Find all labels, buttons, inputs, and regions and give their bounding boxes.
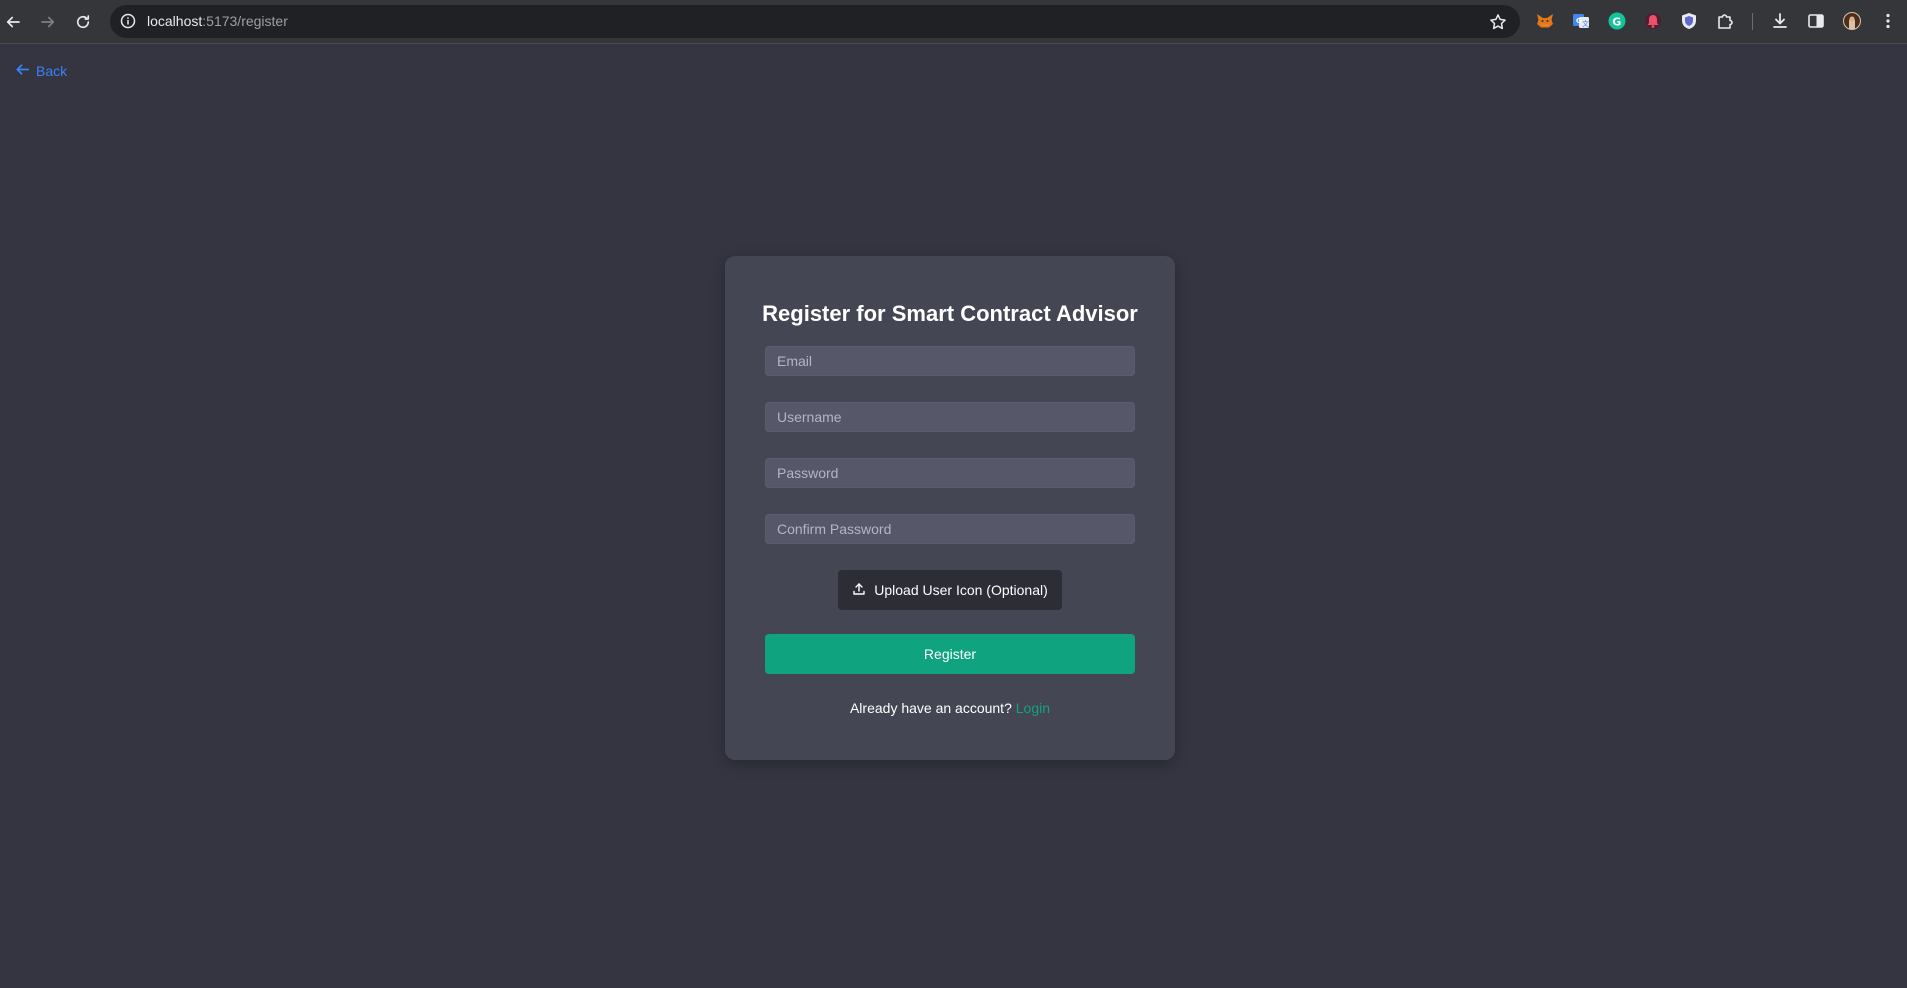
google-translate-icon[interactable]: G文: [1570, 10, 1592, 32]
page-title: Register for Smart Contract Advisor: [762, 301, 1138, 326]
login-link[interactable]: Login: [1016, 700, 1050, 716]
arrow-left-icon: [15, 62, 30, 80]
username-field[interactable]: [765, 402, 1135, 432]
svg-text:G: G: [1612, 15, 1621, 28]
url-path: :5173/register: [202, 13, 288, 29]
toolbar-separator: [1752, 13, 1753, 30]
svg-text:文: 文: [1582, 19, 1589, 28]
address-bar[interactable]: localhost:5173/register: [110, 5, 1520, 38]
upload-icon: [852, 582, 866, 599]
forward-arrow-icon[interactable]: [35, 9, 61, 35]
confirm-password-field[interactable]: [765, 514, 1135, 544]
side-panel-icon[interactable]: [1805, 10, 1827, 32]
site-info-icon[interactable]: [120, 13, 136, 29]
login-prompt: Already have an account? Login: [725, 700, 1175, 716]
download-icon[interactable]: [1769, 10, 1791, 32]
password-field[interactable]: [765, 458, 1135, 488]
reload-icon[interactable]: [70, 9, 96, 35]
url-text: localhost:5173/register: [147, 13, 288, 29]
back-arrow-icon[interactable]: [0, 9, 26, 35]
email-field[interactable]: [765, 346, 1135, 376]
bookmark-star-icon[interactable]: [1488, 12, 1508, 32]
metamask-icon[interactable]: [1534, 10, 1556, 32]
bell-extension-icon[interactable]: [1642, 10, 1664, 32]
profile-avatar-icon[interactable]: [1841, 10, 1863, 32]
login-prompt-text: Already have an account?: [849, 700, 1012, 716]
more-menu-icon[interactable]: [1877, 10, 1899, 32]
register-button[interactable]: Register: [765, 634, 1135, 674]
puzzle-icon[interactable]: [1714, 10, 1736, 32]
browser-toolbar: localhost:5173/register G文 G: [0, 0, 1907, 44]
url-host: localhost: [147, 13, 203, 29]
register-card: Register for Smart Contract Advisor Uplo…: [725, 256, 1175, 760]
upload-user-icon-button[interactable]: Upload User Icon (Optional): [838, 570, 1062, 610]
back-link-label: Back: [36, 63, 68, 79]
upload-button-label: Upload User Icon (Optional): [874, 582, 1048, 598]
back-link[interactable]: Back: [15, 62, 67, 80]
shield-extension-icon[interactable]: [1678, 10, 1700, 32]
grammarly-icon[interactable]: G: [1606, 10, 1628, 32]
